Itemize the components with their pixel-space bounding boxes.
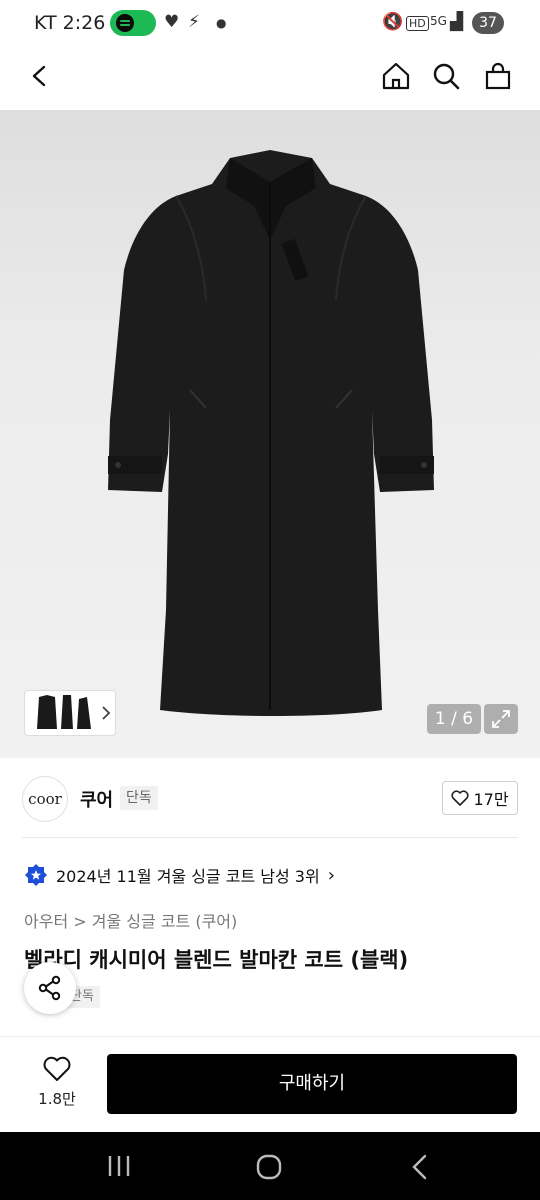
thumbnail-strip[interactable] bbox=[24, 690, 116, 736]
divider bbox=[22, 837, 518, 838]
ranking-text: 2024년 11월 겨울 싱글 코트 남성 3위 bbox=[56, 867, 320, 886]
coat-image bbox=[108, 150, 434, 716]
spotify-icon bbox=[110, 10, 156, 36]
signal-icon: ▟ bbox=[450, 12, 464, 32]
product-title: 벨라디 캐시미어 블렌드 발마칸 코트 (블랙) bbox=[24, 948, 409, 972]
rank-badge-icon bbox=[25, 864, 47, 886]
home-nav-icon[interactable] bbox=[256, 1154, 282, 1180]
share-button[interactable] bbox=[24, 962, 76, 1014]
top-header bbox=[0, 48, 540, 110]
breadcrumb: 아우터 > 겨울 싱글 코트 (쿠어) bbox=[24, 908, 237, 932]
back-nav-icon[interactable] bbox=[410, 1154, 430, 1180]
wishlist-count: 1.8만 bbox=[38, 1090, 76, 1108]
brand-like-count: 17만 bbox=[473, 790, 509, 809]
shopping-bag-icon[interactable] bbox=[476, 54, 520, 98]
breadcrumb-subcategory[interactable]: 겨울 싱글 코트 (쿠어) bbox=[92, 912, 238, 931]
mute-icon: 🔇 bbox=[382, 12, 404, 32]
heart-icon bbox=[451, 790, 469, 806]
chevron-right-icon: › bbox=[327, 864, 335, 886]
back-arrow-icon[interactable] bbox=[18, 54, 62, 98]
dot-icon: ● bbox=[216, 16, 227, 30]
status-bar: KT 2:26 ♥ ⚡ ● 🔇 HD 5G ▟ 37 bbox=[0, 0, 540, 48]
network-icon: 5G bbox=[430, 14, 447, 28]
hd-icon: HD bbox=[406, 16, 429, 31]
brand-name[interactable]: 쿠어 bbox=[80, 786, 113, 812]
home-icon[interactable] bbox=[374, 54, 418, 98]
wishlist-button[interactable]: 1.8만 bbox=[30, 1056, 84, 1109]
heart-icon bbox=[43, 1056, 71, 1081]
share-icon bbox=[38, 975, 61, 1001]
exclusive-badge: 단독 bbox=[120, 786, 158, 810]
product-image-gallery[interactable] bbox=[0, 110, 540, 758]
status-time: KT 2:26 bbox=[34, 12, 106, 34]
heart-status-icon: ♥ bbox=[164, 12, 180, 32]
brand-logo[interactable]: coor bbox=[22, 776, 68, 822]
breadcrumb-category[interactable]: 아우터 bbox=[24, 912, 68, 931]
battery-indicator: 37 bbox=[472, 12, 504, 34]
bolt-icon: ⚡ bbox=[188, 12, 200, 32]
brand-like-button[interactable]: 17만 bbox=[442, 781, 518, 815]
image-counter: 1 / 6 bbox=[427, 704, 481, 734]
recent-apps-icon[interactable] bbox=[106, 1154, 132, 1178]
buy-button[interactable]: 구매하기 bbox=[107, 1054, 517, 1114]
system-nav-bar bbox=[0, 1132, 540, 1200]
search-icon[interactable] bbox=[424, 54, 468, 98]
expand-icon[interactable] bbox=[484, 704, 518, 734]
ranking-link[interactable]: 2024년 11월 겨울 싱글 코트 남성 3위 › bbox=[24, 862, 335, 888]
breadcrumb-separator: > bbox=[73, 912, 87, 931]
